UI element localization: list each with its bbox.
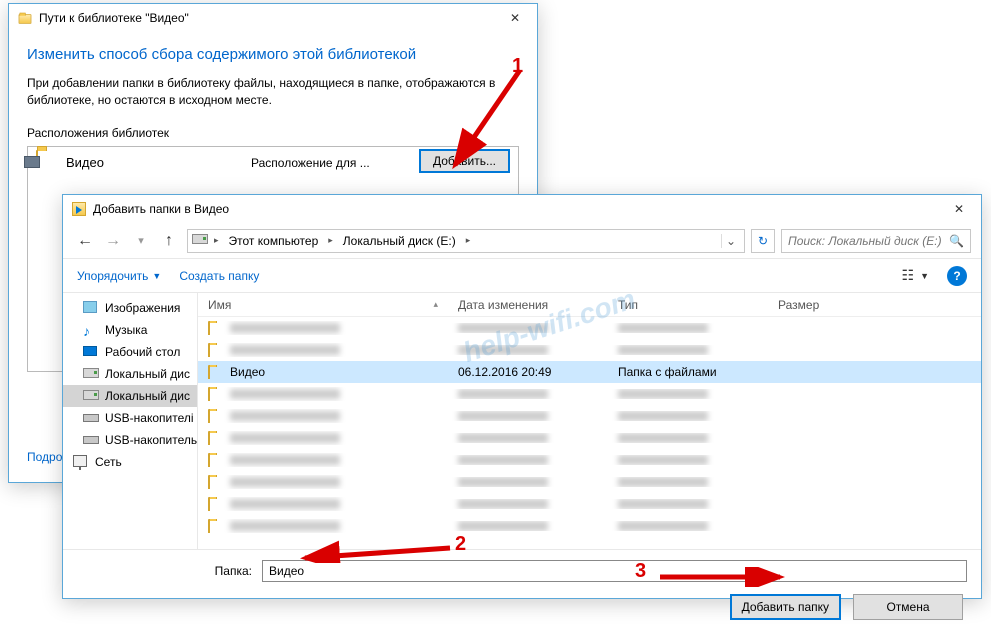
back-button[interactable]: ←: [73, 232, 97, 250]
tree-item[interactable]: Локальный дис: [63, 363, 197, 385]
drive-icon: [192, 233, 208, 249]
dialog-heading: Изменить способ сбора содержимого этой б…: [27, 46, 519, 63]
column-headers: Имя▴ Дата изменения Тип Размер: [198, 293, 981, 317]
close-button[interactable]: ✕: [937, 195, 981, 223]
app-icon: [17, 10, 33, 26]
search-input[interactable]: [788, 234, 949, 248]
col-size[interactable]: Размер: [768, 298, 868, 312]
folder-video-icon: [36, 150, 66, 176]
up-button[interactable]: ↑: [157, 232, 181, 250]
new-folder-button[interactable]: Создать папку: [179, 269, 259, 283]
table-row[interactable]: [198, 427, 981, 449]
add-folder-button[interactable]: Добавить папку: [730, 594, 841, 620]
tree-item[interactable]: Локальный дис: [63, 385, 197, 407]
add-button[interactable]: Добавить...: [419, 149, 510, 173]
folder-input[interactable]: [262, 560, 967, 582]
dialog-footer: Папка: Добавить папку Отмена: [63, 549, 981, 630]
dialog-description: При добавлении папки в библиотеку файлы,…: [27, 75, 519, 110]
breadcrumb-dropdown[interactable]: ⌄: [721, 234, 740, 248]
app-icon: [71, 201, 87, 217]
table-row[interactable]: [198, 405, 981, 427]
tree-item[interactable]: Изображения: [63, 297, 197, 319]
forward-button[interactable]: →: [101, 232, 125, 250]
separator[interactable]: ▸: [462, 235, 475, 246]
drive-icon: [83, 367, 99, 381]
col-type[interactable]: Тип: [608, 298, 768, 312]
table-row[interactable]: [198, 471, 981, 493]
usb-icon: [83, 433, 99, 447]
window-title: Добавить папки в Видео: [93, 202, 931, 216]
drive-icon: [83, 389, 99, 403]
search-icon[interactable]: 🔍: [949, 234, 964, 248]
separator[interactable]: ▸: [210, 235, 223, 246]
view-options[interactable]: ☷ ▼: [902, 267, 929, 284]
tree-item[interactable]: USB-накопителі: [63, 407, 197, 429]
table-row[interactable]: [198, 317, 981, 339]
item-name: Видео: [66, 155, 251, 170]
col-name[interactable]: Имя▴: [198, 298, 448, 312]
crumb-drive[interactable]: Локальный диск (E:): [339, 232, 460, 250]
tree-item[interactable]: USB-накопитель: [63, 429, 197, 451]
close-button[interactable]: ✕: [493, 4, 537, 32]
history-dropdown[interactable]: ▾: [129, 234, 153, 247]
tree-item[interactable]: ♪Музыка: [63, 319, 197, 341]
file-list[interactable]: Имя▴ Дата изменения Тип Размер Видео06.1…: [198, 293, 981, 549]
sort-indicator-icon: ▴: [433, 299, 438, 310]
separator[interactable]: ▸: [324, 235, 337, 246]
folder-label: Папка:: [77, 564, 252, 578]
crumb-computer[interactable]: Этот компьютер: [225, 232, 323, 250]
net-icon: [73, 455, 89, 469]
toolbar: Упорядочить ▼ Создать папку ☷ ▼ ?: [63, 259, 981, 293]
navigation-tree[interactable]: Изображения♪МузыкаРабочий столЛокальный …: [63, 293, 198, 549]
table-row-selected[interactable]: Видео06.12.2016 20:49Папка с файлами: [198, 361, 981, 383]
col-date[interactable]: Дата изменения: [448, 298, 608, 312]
navigation-bar: ← → ▾ ↑ ▸ Этот компьютер ▸ Локальный дис…: [63, 223, 981, 259]
desk-icon: [83, 345, 99, 359]
tree-item[interactable]: Сеть: [63, 451, 197, 473]
cancel-button[interactable]: Отмена: [853, 594, 963, 620]
titlebar[interactable]: Добавить папки в Видео ✕: [63, 195, 981, 223]
refresh-button[interactable]: ↻: [751, 229, 775, 253]
organize-menu[interactable]: Упорядочить ▼: [77, 269, 161, 283]
titlebar[interactable]: Пути к библиотеке "Видео" ✕: [9, 4, 537, 32]
search-box[interactable]: 🔍: [781, 229, 971, 253]
breadcrumb[interactable]: ▸ Этот компьютер ▸ Локальный диск (E:) ▸…: [187, 229, 745, 253]
tree-item[interactable]: Рабочий стол: [63, 341, 197, 363]
help-button[interactable]: ?: [947, 266, 967, 286]
usb-icon: [83, 411, 99, 425]
table-row[interactable]: [198, 339, 981, 361]
table-row[interactable]: [198, 515, 981, 537]
mus-icon: ♪: [83, 323, 99, 337]
locations-label: Расположения библиотек: [27, 126, 519, 140]
table-row[interactable]: [198, 383, 981, 405]
table-row[interactable]: [198, 493, 981, 515]
pic-icon: [83, 301, 99, 315]
folder-icon: [208, 365, 224, 379]
add-folder-dialog: Добавить папки в Видео ✕ ← → ▾ ↑ ▸ Этот …: [62, 194, 982, 599]
table-row[interactable]: [198, 449, 981, 471]
more-info-link[interactable]: Подро: [27, 450, 62, 464]
window-title: Пути к библиотеке "Видео": [39, 11, 487, 25]
